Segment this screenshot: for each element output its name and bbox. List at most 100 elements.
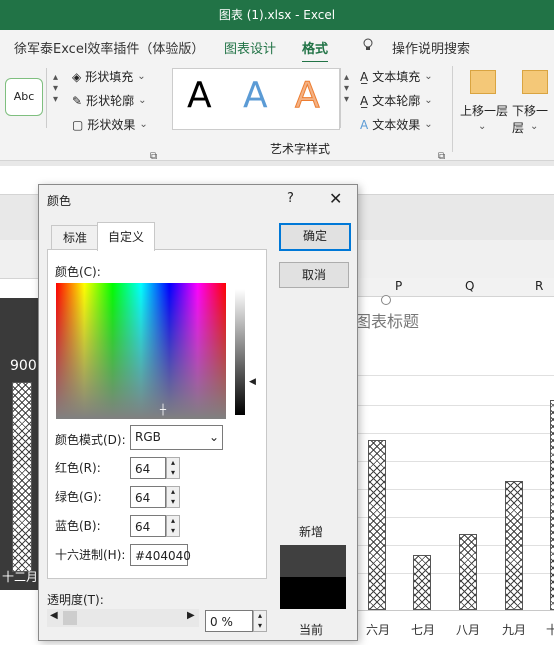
lightbulb-icon [362, 38, 374, 56]
new-color-swatch [280, 545, 346, 577]
x-label-october-partial: 十 [546, 623, 554, 637]
chart-bar-june[interactable] [368, 440, 386, 610]
cancel-button[interactable]: 取消 [279, 262, 349, 288]
gridline [355, 433, 554, 434]
hex-label: 十六进制(H): [55, 548, 126, 562]
text-fill-label: 文本填充 [372, 70, 421, 84]
color-model-label: 颜色模式(D): [55, 433, 126, 447]
ok-button[interactable]: 确定 [279, 223, 351, 251]
shape-styles-launcher-icon[interactable]: ⧉ [150, 148, 157, 162]
wordart-gallery[interactable]: A A A [172, 68, 340, 130]
new-color-label: 新增 [299, 525, 324, 539]
wordart-blue[interactable]: A [243, 75, 268, 116]
current-color-swatch [280, 577, 346, 609]
window-title: 图表 (1).xlsx - Excel [218, 8, 336, 22]
wordart-scroll[interactable]: ▴ ▾ ▾ [340, 68, 355, 128]
group-divider [452, 66, 453, 152]
x-label-july: 七月 [411, 623, 436, 637]
style-scroll[interactable]: ▴ ▾ ▾ [46, 68, 67, 128]
text-outline-button[interactable]: A̲ 文本轮廓 ⌄ [360, 92, 433, 109]
send-backward-dropdown-icon: ⌄ [530, 121, 539, 132]
wordart-launcher-icon[interactable]: ⧉ [438, 148, 445, 162]
chart-axis [355, 610, 554, 611]
tab-standard[interactable]: 标准 [51, 225, 99, 250]
color-spectrum[interactable]: ┼ [56, 283, 226, 419]
luminance-pointer-icon[interactable]: ◀ [249, 377, 256, 387]
x-label-june: 六月 [366, 623, 391, 637]
tab-chart-design[interactable]: 图表设计 [224, 38, 276, 57]
chart-bar-dark[interactable] [12, 382, 32, 572]
crosshair-icon: ┼ [160, 405, 167, 416]
tab-format[interactable]: 格式 [302, 38, 329, 63]
transparency-input[interactable]: 0 % [205, 610, 253, 632]
blue-input[interactable]: 64 [130, 515, 166, 537]
x-label-august: 八月 [456, 623, 481, 637]
shape-style-preview[interactable]: Abc [5, 78, 43, 116]
text-fill-icon: A̲ [360, 69, 369, 84]
chart-title[interactable]: 图表标题 [355, 308, 419, 332]
chart-bar-october[interactable] [550, 400, 554, 610]
column-header-r[interactable]: R [535, 279, 543, 293]
green-label: 绿色(G): [55, 490, 102, 504]
ribbon-tab-row: 徐军泰Excel效率插件（体验版） 图表设计 格式 操作说明搜索 [0, 30, 554, 63]
text-effects-label: 文本效果 [372, 118, 421, 132]
x-label-september: 九月 [502, 623, 527, 637]
text-effects-icon: A [360, 117, 369, 132]
x-label-december: 十二月 [2, 570, 39, 584]
dialog-title: 颜色 [47, 194, 72, 208]
pen-icon: ✎ [72, 93, 83, 108]
red-input[interactable]: 64 [130, 457, 166, 479]
shape-fill-button[interactable]: ◈ 形状填充 ⌄ [72, 68, 146, 85]
wordart-black[interactable]: A [187, 75, 212, 116]
transparency-slider[interactable]: ◀ ▶ [47, 609, 199, 627]
chart-bar-september[interactable] [505, 481, 523, 610]
chart-bar-july[interactable] [413, 555, 431, 610]
tab-custom[interactable]: 自定义 [97, 222, 155, 251]
luminance-slider[interactable] [235, 289, 245, 415]
paint-bucket-icon: ◈ [72, 69, 82, 84]
transparency-label: 透明度(T): [47, 593, 104, 607]
shape-effects-button[interactable]: ▢ 形状效果 ⌄ [72, 116, 148, 133]
tab-standard-label: 标准 [62, 231, 87, 245]
shape-outline-button[interactable]: ✎ 形状轮廓 ⌄ [72, 92, 146, 109]
blue-label: 蓝色(B): [55, 519, 101, 533]
gridline [355, 405, 554, 406]
green-input[interactable]: 64 [130, 486, 166, 508]
text-effects-button[interactable]: A 文本效果 ⌄ [360, 116, 433, 133]
help-button[interactable]: ? [287, 191, 294, 206]
ribbon: Abc ▴ ▾ ▾ ◈ 形状填充 ⌄ ✎ 形状轮廓 ⌄ ▢ 形状效果 ⌄ ⧉ A A A … [0, 62, 554, 162]
search-tell-me[interactable]: 操作说明搜索 [392, 38, 470, 57]
column-header-p[interactable]: P [395, 279, 402, 293]
tab-plugin[interactable]: 徐军泰Excel效率插件（体验版） [14, 38, 204, 57]
slider-thumb[interactable] [63, 611, 77, 625]
column-header-q[interactable]: Q [465, 279, 474, 293]
red-stepper[interactable]: ▴ ▾ [166, 457, 180, 479]
wordart-orange[interactable]: A [295, 75, 321, 117]
close-icon[interactable]: ✕ [329, 189, 342, 208]
shape-outline-label: 形状轮廓 [86, 94, 135, 108]
colors-label: 颜色(C): [55, 265, 101, 279]
green-stepper[interactable]: ▴ ▾ [166, 486, 180, 508]
slider-left-icon[interactable]: ◀ [50, 610, 58, 621]
transparency-stepper[interactable]: ▴ ▾ [253, 610, 267, 632]
chart-resize-handle[interactable] [381, 295, 391, 305]
color-dialog: 颜色 ? ✕ 标准 自定义 颜色(C): ┼ ◀ 颜色模式(D): RGB ⌄ … [38, 184, 358, 641]
shape-effects-label: 形状效果 [87, 118, 136, 132]
tab-custom-label: 自定义 [107, 230, 144, 244]
color-model-select[interactable]: RGB ⌄ [130, 425, 223, 450]
wordart-group-label: 艺术字样式 [270, 142, 331, 156]
red-label: 红色(R): [55, 461, 101, 475]
style-preview-text: Abc [13, 90, 35, 103]
chart-bar-august[interactable] [459, 534, 477, 610]
shape-fill-label: 形状填充 [85, 70, 134, 84]
hex-input[interactable]: #404040 [130, 544, 191, 566]
text-outline-icon: A̲ [360, 93, 369, 108]
text-fill-button[interactable]: A̲ 文本填充 ⌄ [360, 68, 433, 85]
bring-forward-dropdown-icon: ⌄ [478, 121, 487, 132]
color-model-value: RGB [135, 430, 161, 444]
bring-forward-button[interactable]: 上移一层 [460, 102, 508, 119]
effects-icon: ▢ [72, 117, 84, 132]
chevron-down-icon: ⌄ [208, 430, 219, 444]
blue-stepper[interactable]: ▴ ▾ [166, 515, 180, 537]
slider-right-icon[interactable]: ▶ [187, 610, 195, 621]
